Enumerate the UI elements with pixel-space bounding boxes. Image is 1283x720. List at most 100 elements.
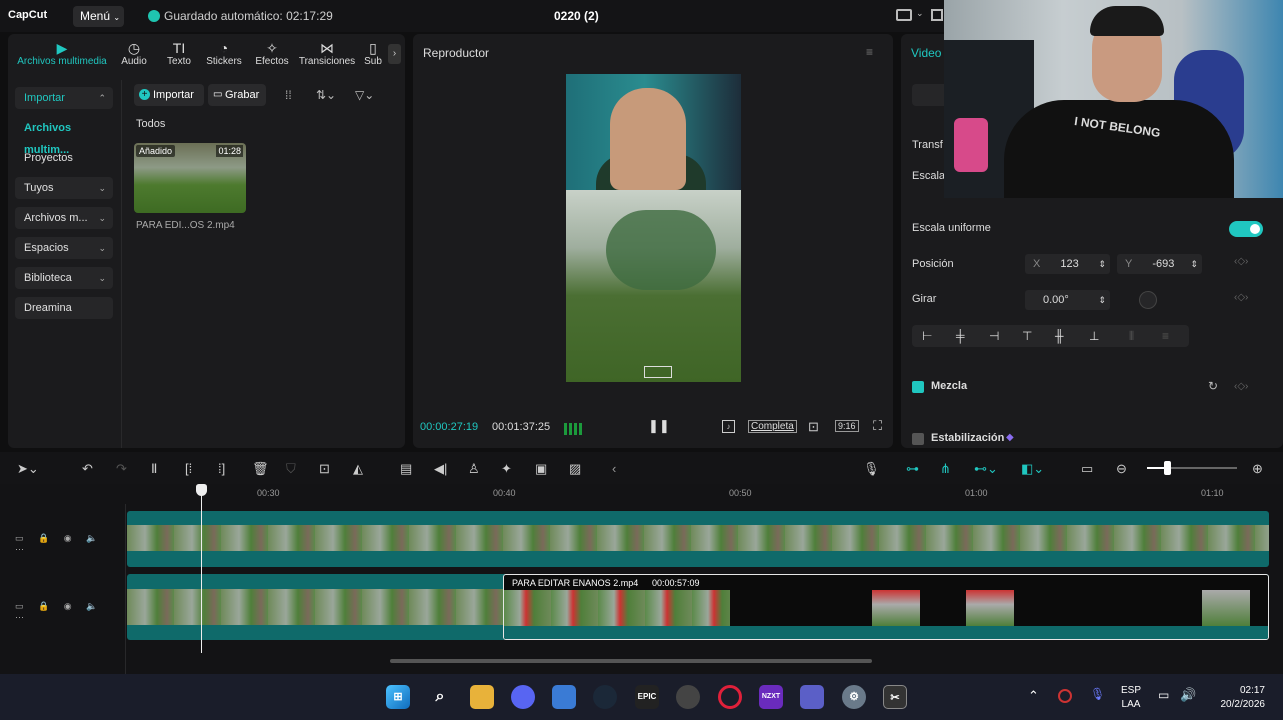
opera-icon[interactable] bbox=[718, 685, 742, 709]
stabilize-checkbox[interactable] bbox=[912, 433, 924, 445]
reset-icon[interactable]: ↻ bbox=[1208, 379, 1218, 393]
filter-icon[interactable]: ▽⌄ bbox=[355, 88, 374, 102]
shield-icon[interactable]: ⛉ bbox=[286, 461, 296, 477]
pause-button[interactable]: ❚❚ bbox=[648, 418, 670, 434]
blend-checkbox[interactable] bbox=[912, 381, 924, 393]
sidebar-item-import[interactable]: Importar ⌃ bbox=[15, 87, 113, 109]
track-2-clip-a[interactable] bbox=[127, 589, 503, 625]
hd-icon[interactable]: ▣ bbox=[535, 461, 547, 477]
import-button[interactable]: + Importar bbox=[134, 84, 204, 106]
tab-effects[interactable]: ✧ Efectos bbox=[252, 40, 292, 67]
record-button[interactable]: ▭ Grabar bbox=[208, 84, 266, 106]
tabs-next-button[interactable]: › bbox=[388, 44, 401, 64]
layout-icon[interactable] bbox=[896, 9, 912, 21]
sidebar-item-files[interactable]: Archivos m... ⌄ bbox=[15, 207, 113, 229]
video-preview[interactable] bbox=[566, 74, 741, 382]
tab-audio[interactable]: ◷ Audio bbox=[114, 40, 154, 67]
epic-games-icon[interactable]: EPIC bbox=[635, 685, 659, 709]
align-center-v-icon[interactable]: ╫ bbox=[1055, 329, 1064, 343]
position-x-field[interactable]: X 123 ⇕ bbox=[1025, 254, 1110, 274]
steam-icon[interactable] bbox=[593, 685, 617, 709]
volume-icon[interactable]: 🔊 bbox=[1180, 687, 1196, 703]
split-right-icon[interactable]: ⁞] bbox=[218, 461, 225, 476]
split-icon[interactable]: Ⅱ bbox=[151, 461, 157, 477]
playhead[interactable] bbox=[201, 487, 202, 653]
sidebar-item-spaces[interactable]: Espacios ⌄ bbox=[15, 237, 113, 259]
track-2-clip-selected[interactable]: PARA EDITAR ENANOS 2.mp4 00:00:57:09 bbox=[503, 574, 1269, 640]
discord-icon[interactable] bbox=[511, 685, 535, 709]
align-top-icon[interactable]: ⊤ bbox=[1022, 329, 1032, 343]
grid-view-icon[interactable]: ⁞⁞ bbox=[285, 88, 292, 102]
properties-tab-video[interactable]: Video bbox=[911, 46, 941, 60]
magnet-icon[interactable]: ⋔ bbox=[940, 461, 951, 477]
settings-icon[interactable]: ⚙ bbox=[842, 685, 866, 709]
link-main-track-icon[interactable]: ⊶ bbox=[906, 461, 919, 477]
keyframe-icon[interactable]: ‹◇› bbox=[1234, 292, 1248, 303]
sidebar-item-library[interactable]: Biblioteca ⌄ bbox=[15, 267, 113, 289]
stabilize-label[interactable]: Estabilización bbox=[931, 432, 1004, 444]
caption-icon[interactable]: ▤ bbox=[400, 461, 412, 477]
microphone-icon[interactable]: 🎙 bbox=[863, 461, 880, 477]
preview-axis-icon[interactable]: ◧⌄ bbox=[1021, 461, 1044, 477]
collapse-icon[interactable]: ‹ bbox=[612, 461, 616, 476]
fullscreen-icon[interactable]: ⛶ bbox=[873, 418, 882, 434]
network-icon[interactable]: ▭ bbox=[1158, 688, 1169, 702]
chrome-icon[interactable] bbox=[676, 685, 700, 709]
rotate-field[interactable]: 0.00° ⇕ bbox=[1025, 290, 1110, 310]
person-icon[interactable]: ♙ bbox=[468, 461, 480, 477]
position-y-field[interactable]: Y -693 ⇕ bbox=[1117, 254, 1202, 274]
track-2-controls[interactable]: ▭ 🔒 ◉ 🔈 ⋯ bbox=[15, 601, 125, 623]
align-left-icon[interactable]: ⊢ bbox=[922, 329, 932, 343]
split-left-icon[interactable]: [⁞ bbox=[185, 461, 192, 476]
screen-icon[interactable]: ▭ bbox=[1081, 461, 1093, 477]
magic-wand-icon[interactable]: ✦ bbox=[501, 461, 512, 477]
rotate-dial[interactable] bbox=[1139, 291, 1157, 309]
system-clock[interactable]: 02:17 20/2/2026 bbox=[1211, 684, 1266, 712]
teams-icon[interactable] bbox=[800, 685, 824, 709]
search-icon[interactable]: ⌕ bbox=[428, 685, 452, 709]
sidebar-item-yours[interactable]: Tuyos ⌄ bbox=[15, 177, 113, 199]
zoom-slider-handle[interactable] bbox=[1164, 461, 1171, 475]
aspect-ratio-button[interactable]: 9:16 bbox=[835, 420, 859, 432]
align-right-icon[interactable]: ⊣ bbox=[989, 329, 999, 343]
tab-media[interactable]: ▶ Archivos multimedia bbox=[12, 40, 112, 67]
fullscreen-mode-button[interactable]: Completa bbox=[748, 420, 797, 433]
menu-button[interactable]: Menú ⌄ bbox=[73, 6, 124, 27]
zoom-in-icon[interactable]: ⊕ bbox=[1252, 461, 1263, 477]
speed-icon[interactable]: ◭ bbox=[353, 461, 363, 477]
stepper-icon[interactable]: ⇕ bbox=[1098, 290, 1106, 310]
menu-icon[interactable]: ≡ bbox=[866, 45, 873, 59]
align-center-h-icon[interactable]: ╪ bbox=[956, 329, 965, 343]
windows-start-icon[interactable]: ⊞ bbox=[386, 685, 410, 709]
sidebar-item-secondary-projects[interactable]: Proyectos secun... bbox=[15, 147, 113, 186]
sort-icon[interactable]: ⇅⌄ bbox=[316, 88, 336, 102]
stepper-icon[interactable]: ⇕ bbox=[1190, 254, 1198, 274]
sidebar-item-media[interactable]: Archivos multim... bbox=[15, 117, 113, 156]
tiktok-icon[interactable]: ♪ bbox=[722, 420, 735, 433]
select-tool-icon[interactable]: ➤⌄ bbox=[17, 461, 39, 477]
snap-icon[interactable]: ⊷⌄ bbox=[974, 461, 998, 477]
crop-icon[interactable]: ⊡ bbox=[319, 461, 330, 477]
distribute-h-icon[interactable]: ⫴ bbox=[1129, 329, 1134, 344]
delete-icon[interactable]: 🗑 bbox=[252, 461, 269, 477]
capcut-taskbar-icon[interactable]: ✂ bbox=[883, 685, 907, 709]
sidebar-item-dreamina[interactable]: Dreamina bbox=[15, 297, 113, 319]
chevron-up-icon[interactable]: ⌃ bbox=[1028, 688, 1039, 704]
uniform-scale-toggle[interactable] bbox=[1229, 221, 1263, 237]
align-bottom-icon[interactable]: ⊥ bbox=[1089, 329, 1099, 343]
file-explorer-icon[interactable] bbox=[470, 685, 494, 709]
tab-stickers[interactable]: ◔ Stickers bbox=[204, 40, 244, 67]
tab-transitions[interactable]: ⋈ Transiciones bbox=[296, 40, 358, 67]
store-icon[interactable] bbox=[552, 685, 576, 709]
keyframe-icon[interactable]: ‹◇› bbox=[1234, 381, 1248, 392]
nzxt-icon[interactable]: NZXT bbox=[759, 685, 783, 709]
stepper-icon[interactable]: ⇕ bbox=[1098, 254, 1106, 274]
freeze-icon[interactable]: ▨ bbox=[569, 461, 581, 477]
tray-app-icon[interactable] bbox=[1058, 689, 1072, 703]
tab-text[interactable]: TI Texto bbox=[159, 40, 199, 67]
microphone-tray-icon[interactable]: 🎙 bbox=[1090, 687, 1105, 701]
timeline-scrollbar[interactable] bbox=[390, 659, 872, 663]
keyframe-icon[interactable]: ‹◇› bbox=[1234, 256, 1248, 267]
window-icon[interactable] bbox=[931, 9, 943, 21]
tab-subtitles[interactable]: ▯ Sub bbox=[362, 40, 384, 67]
